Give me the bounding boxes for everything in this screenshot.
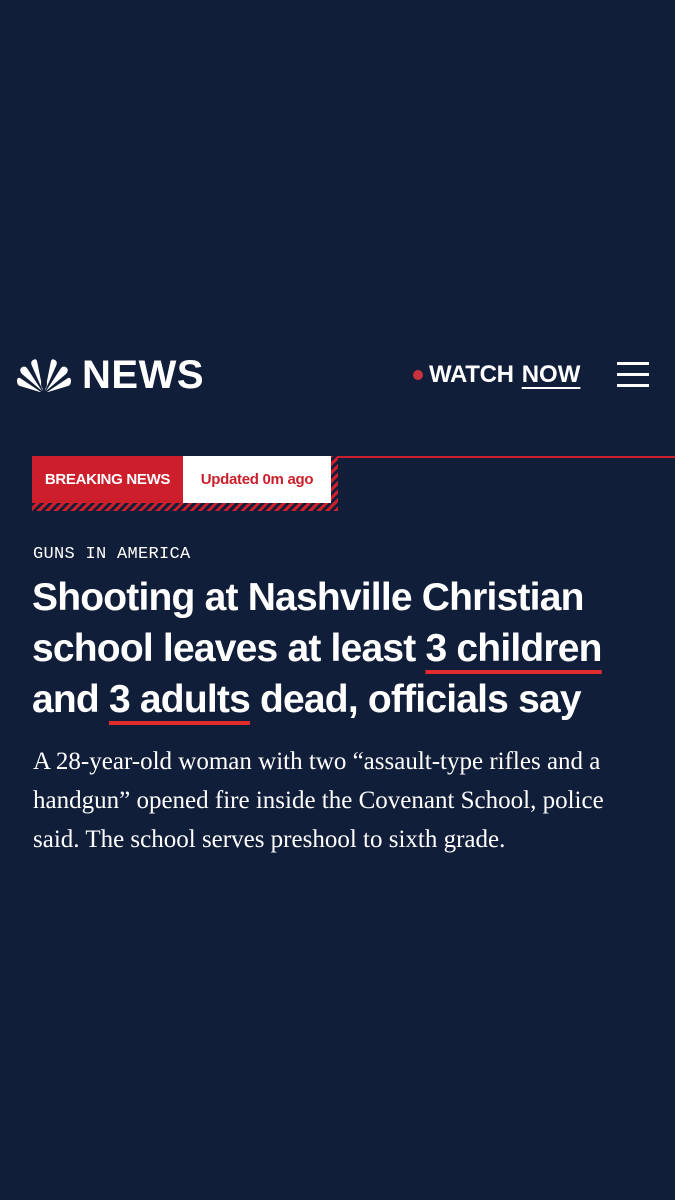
menu-bar-top [617,362,649,365]
breaking-news-label: BREAKING NEWS [32,456,183,503]
watch-label: WATCH [429,361,514,388]
updated-time-label: Updated 0m ago [183,456,331,503]
nbc-news-logo[interactable]: NEWS [16,355,204,395]
headline-text-2: and [32,678,109,721]
article-summary: A 28-year-old woman with two “assault-ty… [33,748,604,853]
live-dot-icon [413,370,423,380]
logo-wordmark: NEWS [82,353,204,397]
article-headline[interactable]: Shooting at Nashville Christian school l… [32,572,662,725]
menu-bar-bottom [617,384,649,387]
section-kicker[interactable]: GUNS IN AMERICA [33,545,191,564]
headline-text-3: dead, officials say [249,678,582,721]
breaking-divider-line [337,456,675,458]
headline-highlight-children: 3 children [425,627,602,670]
nbc-peacock-icon [17,359,71,392]
menu-bar-middle [617,373,649,376]
headline-highlight-adults: 3 adults [108,678,251,721]
hamburger-menu-icon[interactable] [617,362,649,388]
breaking-news-banner[interactable]: BREAKING NEWS Updated 0m ago [32,456,338,511]
watch-now-label: NOW [521,361,581,388]
watch-now-link[interactable]: WATCH NOW [413,363,580,387]
site-header: NEWS WATCH NOW [0,330,675,425]
breaking-news-inner: BREAKING NEWS Updated 0m ago [32,456,331,503]
